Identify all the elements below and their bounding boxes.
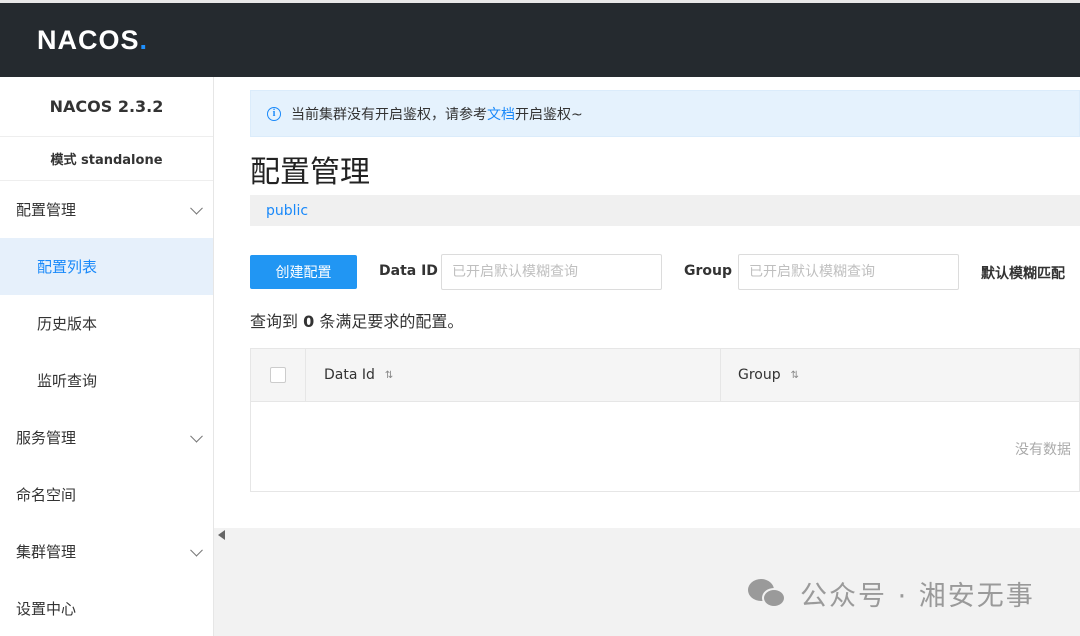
sidebar-version: NACOS 2.3.2 [0, 77, 213, 137]
auth-notice: i 当前集群没有开启鉴权，请参考 文档 开启鉴权~ [250, 90, 1080, 137]
docs-link[interactable]: 文档 [487, 104, 515, 124]
namespace-public-link[interactable]: public [266, 203, 308, 219]
sidebar-item-config-management[interactable]: 配置管理 [0, 181, 213, 238]
sidebar-item-label: 命名空间 [16, 486, 77, 504]
sidebar-item-config-list[interactable]: 配置列表 [0, 238, 213, 295]
select-all-checkbox[interactable] [270, 367, 286, 383]
sort-icon[interactable]: ⇅ [385, 370, 393, 381]
sidebar-item-namespace[interactable]: 命名空间 [0, 466, 213, 523]
sidebar-item-cluster-management[interactable]: 集群管理 [0, 523, 213, 580]
column-header-group[interactable]: Group ⇅ [721, 349, 1079, 401]
select-all-cell [251, 349, 306, 401]
sidebar-item-label: 监听查询 [37, 372, 98, 390]
sidebar-item-settings[interactable]: 设置中心 [0, 580, 213, 636]
wechat-icon [748, 577, 788, 611]
create-config-button[interactable]: 创建配置 [250, 255, 357, 289]
wechat-watermark: 公众号 · 湘安无事 [748, 574, 1035, 613]
sidebar-item-history[interactable]: 历史版本 [0, 295, 213, 352]
main-content: i 当前集群没有开启鉴权，请参考 文档 开启鉴权~ 配置管理 public 创建… [214, 77, 1080, 528]
dataid-search-input[interactable] [441, 254, 662, 290]
top-bar: NACOS. [0, 0, 1080, 77]
fuzzy-match-label: 默认模糊匹配 [981, 266, 1065, 282]
sidebar-item-label: 集群管理 [16, 543, 77, 561]
scroll-left-arrow-icon[interactable] [218, 530, 225, 540]
dataid-label: Data ID [379, 263, 438, 279]
result-summary: 查询到 0 条满足要求的配置。 [250, 312, 464, 331]
sidebar-item-listener-query[interactable]: 监听查询 [0, 352, 213, 409]
info-icon: i [267, 106, 281, 121]
sidebar: NACOS 2.3.2 模式 standalone 配置管理 配置列表 历史版本… [0, 77, 214, 636]
sidebar-item-label: 配置列表 [37, 258, 98, 276]
group-search-input[interactable] [738, 254, 959, 290]
column-header-dataid[interactable]: Data Id ⇅ [306, 349, 721, 401]
empty-state-text: 没有数据 [1015, 442, 1071, 458]
sidebar-item-label: 配置管理 [16, 201, 77, 219]
table-header: Data Id ⇅ Group ⇅ [251, 349, 1079, 402]
config-table: Data Id ⇅ Group ⇅ 没有数据 [250, 348, 1080, 492]
sidebar-mode: 模式 standalone [0, 137, 213, 181]
result-count: 0 [303, 312, 315, 331]
notice-text-before: 当前集群没有开启鉴权，请参考 [291, 106, 487, 123]
sort-icon[interactable]: ⇅ [791, 370, 799, 381]
nacos-logo[interactable]: NACOS. [37, 25, 148, 56]
chevron-down-icon [190, 543, 203, 557]
page-title: 配置管理 [250, 155, 370, 190]
notice-text-after: 开启鉴权~ [515, 106, 583, 123]
chevron-down-icon [190, 201, 203, 215]
sidebar-item-label: 历史版本 [37, 315, 98, 333]
sidebar-item-label: 服务管理 [16, 429, 77, 447]
group-label: Group [684, 263, 733, 279]
sidebar-item-label: 设置中心 [16, 600, 77, 618]
namespace-bar: public [250, 195, 1080, 226]
chevron-down-icon [190, 429, 203, 443]
sidebar-item-service-management[interactable]: 服务管理 [0, 409, 213, 466]
